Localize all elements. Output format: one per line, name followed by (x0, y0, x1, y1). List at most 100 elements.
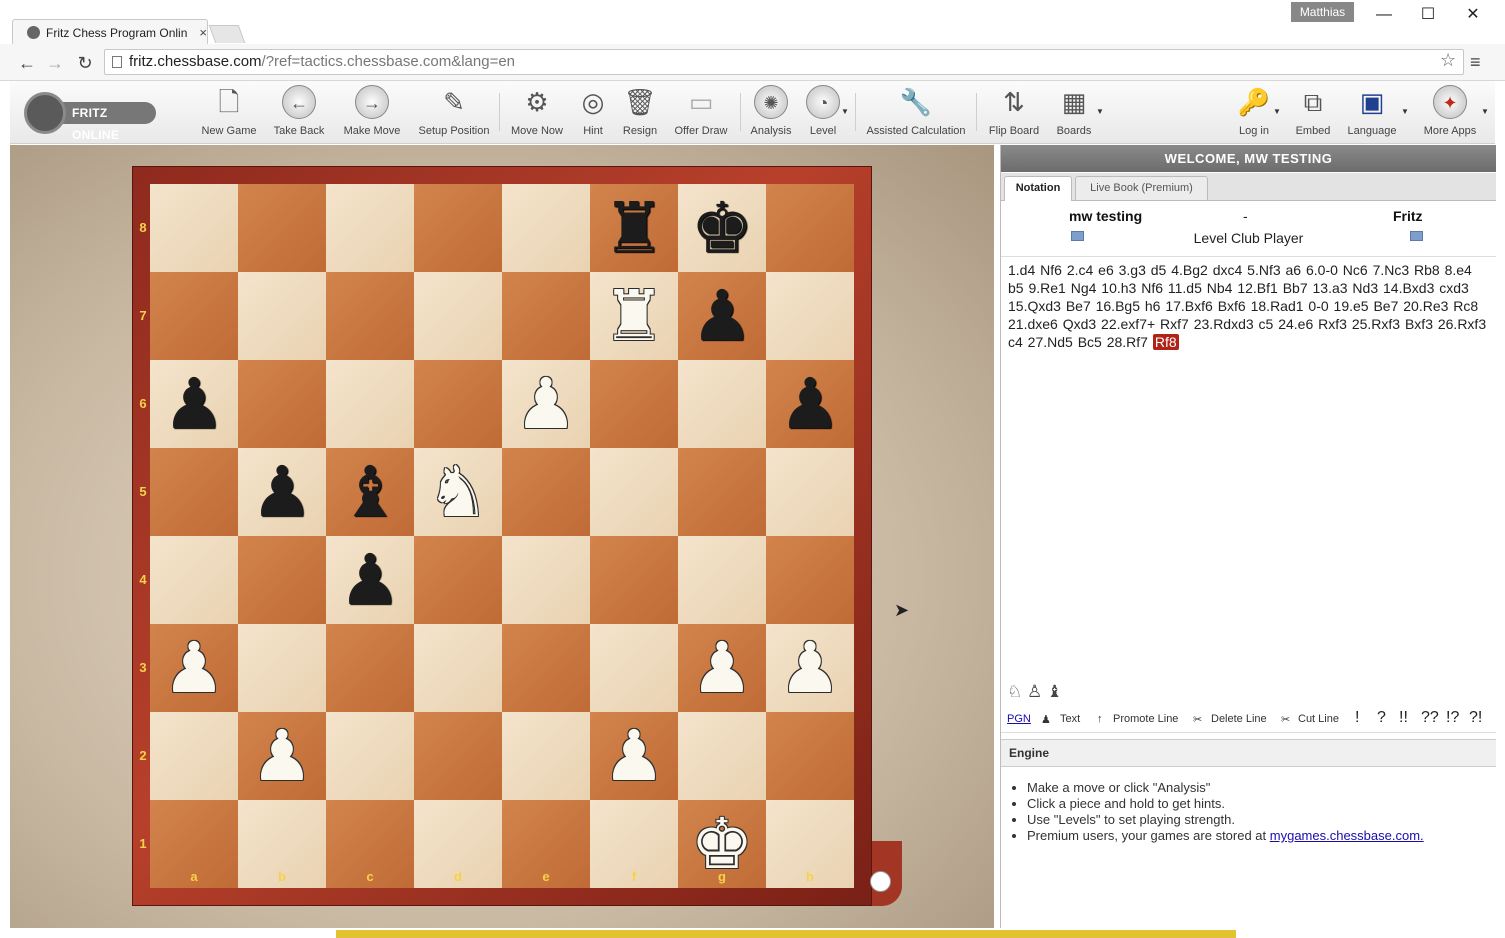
make-move-button[interactable]: → Make Move (341, 85, 403, 141)
square-a4[interactable] (150, 536, 238, 624)
square-h8[interactable] (766, 184, 854, 272)
log-in-dropdown-icon[interactable]: ▼ (1273, 107, 1281, 116)
url-input[interactable]: fritz.chessbase.com/?ref=tactics.chessba… (104, 49, 1464, 75)
square-a6[interactable]: ♟ (150, 360, 238, 448)
move-notation[interactable]: 1.d4 Nf6 2.c4 e6 3.g3 d5 4.Bg2 dxc4 5.Nf… (1008, 261, 1492, 351)
square-h5[interactable] (766, 448, 854, 536)
square-a7[interactable] (150, 272, 238, 360)
white-knight-piece[interactable]: ♞ (427, 457, 490, 527)
square-b4[interactable] (238, 536, 326, 624)
language-button[interactable]: ▣ Language (1344, 85, 1400, 141)
square-c2[interactable] (326, 712, 414, 800)
black-pawn-piece[interactable]: ♟ (779, 369, 842, 439)
boards-dropdown-icon[interactable]: ▼ (1096, 107, 1104, 116)
square-g2[interactable] (678, 712, 766, 800)
text-icon[interactable]: ♟ (1041, 713, 1051, 726)
level-button[interactable]: ◔ Level (805, 85, 841, 141)
square-h6[interactable]: ♟ (766, 360, 854, 448)
black-pawn-piece[interactable]: ♟ (691, 281, 754, 351)
square-f2[interactable]: ♟ (590, 712, 678, 800)
square-h2[interactable] (766, 712, 854, 800)
square-b6[interactable] (238, 360, 326, 448)
promote-line-button[interactable]: Promote Line (1113, 713, 1178, 725)
square-e4[interactable] (502, 536, 590, 624)
user-profile-badge[interactable]: Matthias (1291, 2, 1354, 22)
more-apps-button[interactable]: ✦ More Apps (1418, 85, 1482, 141)
browser-tab[interactable]: Fritz Chess Program Onlin × (12, 19, 208, 45)
bishop-icon[interactable]: ♝ (1047, 682, 1062, 701)
square-d4[interactable] (414, 536, 502, 624)
embed-button[interactable]: ⧉ Embed (1291, 85, 1335, 141)
square-e5[interactable] (502, 448, 590, 536)
square-h4[interactable] (766, 536, 854, 624)
square-c5[interactable]: ♝ (326, 448, 414, 536)
white-pawn-piece[interactable]: ♟ (603, 721, 666, 791)
square-h7[interactable] (766, 272, 854, 360)
square-d8[interactable] (414, 184, 502, 272)
square-e3[interactable] (502, 624, 590, 712)
board-resize-knob[interactable] (870, 871, 891, 892)
level-dropdown-icon[interactable]: ▼ (841, 107, 849, 116)
square-a5[interactable] (150, 448, 238, 536)
square-c6[interactable] (326, 360, 414, 448)
cut-line-icon[interactable]: ✂ (1281, 713, 1290, 726)
square-c3[interactable] (326, 624, 414, 712)
window-minimize-button[interactable]: — (1364, 4, 1404, 26)
cut-line-button[interactable]: Cut Line (1298, 713, 1339, 725)
tab-live-book[interactable]: Live Book (Premium) (1075, 176, 1208, 200)
boards-button[interactable]: ▦ Boards (1052, 85, 1096, 141)
square-g8[interactable]: ♚ (678, 184, 766, 272)
square-f7[interactable]: ♜ (590, 272, 678, 360)
square-d6[interactable] (414, 360, 502, 448)
bookmark-star-icon[interactable]: ☆ (1440, 50, 1456, 71)
setup-position-button[interactable]: ✎ Setup Position (414, 85, 494, 141)
square-g3[interactable]: ♟ (678, 624, 766, 712)
square-d2[interactable] (414, 712, 502, 800)
square-d3[interactable] (414, 624, 502, 712)
white-rook-piece[interactable]: ♜ (603, 281, 666, 351)
square-b8[interactable] (238, 184, 326, 272)
pawn-icon[interactable]: ♙ (1027, 682, 1042, 701)
window-maximize-button[interactable]: ☐ (1408, 4, 1448, 26)
square-e2[interactable] (502, 712, 590, 800)
square-d7[interactable] (414, 272, 502, 360)
symbol-good[interactable]: ! (1355, 709, 1359, 727)
black-pawn-piece[interactable]: ♟ (251, 457, 314, 527)
pgn-link[interactable]: PGN (1007, 713, 1031, 725)
analysis-button[interactable]: ✺ Analysis (747, 85, 795, 141)
square-g6[interactable] (678, 360, 766, 448)
square-f3[interactable] (590, 624, 678, 712)
black-rook-piece[interactable]: ♜ (603, 193, 666, 263)
knight-icon[interactable]: ♘ (1007, 682, 1022, 701)
symbol-blunder[interactable]: ?? (1421, 709, 1439, 727)
square-c4[interactable]: ♟ (326, 536, 414, 624)
square-b5[interactable]: ♟ (238, 448, 326, 536)
move-now-button[interactable]: ⚙ Move Now (507, 85, 567, 141)
white-pawn-piece[interactable]: ♟ (515, 369, 578, 439)
symbol-brilliant[interactable]: !! (1399, 709, 1408, 727)
square-f5[interactable] (590, 448, 678, 536)
white-pawn-piece[interactable]: ♟ (779, 633, 842, 703)
symbol-interesting[interactable]: !? (1446, 709, 1459, 727)
symbol-mistake[interactable]: ? (1377, 709, 1386, 727)
square-e8[interactable] (502, 184, 590, 272)
reload-icon[interactable]: ↻ (74, 52, 96, 74)
white-pawn-piece[interactable]: ♟ (691, 633, 754, 703)
current-move[interactable]: Rf8 (1152, 334, 1179, 350)
square-a8[interactable] (150, 184, 238, 272)
language-dropdown-icon[interactable]: ▼ (1401, 107, 1409, 116)
square-d5[interactable]: ♞ (414, 448, 502, 536)
delete-line-button[interactable]: Delete Line (1211, 713, 1267, 725)
square-c7[interactable] (326, 272, 414, 360)
chess-board[interactable]: ♜ ♚ ♜ ♟ ♟ ♟ ♟ ♟ ♝ ♞ ♟ ♟ ♟ ♟ ♟ ♟ ♚ (150, 184, 854, 888)
square-a3[interactable]: ♟ (150, 624, 238, 712)
square-b2[interactable]: ♟ (238, 712, 326, 800)
back-arrow-icon[interactable]: ← (16, 52, 38, 74)
take-back-button[interactable]: ← Take Back (270, 85, 328, 141)
square-a2[interactable] (150, 712, 238, 800)
assisted-calculation-button[interactable]: 🔧 Assisted Calculation (864, 85, 968, 141)
more-apps-dropdown-icon[interactable]: ▼ (1481, 107, 1489, 116)
new-game-button[interactable]: 🗋 New Game (200, 85, 258, 141)
square-e7[interactable] (502, 272, 590, 360)
mygames-link[interactable]: mygames.chessbase.com. (1270, 828, 1424, 843)
